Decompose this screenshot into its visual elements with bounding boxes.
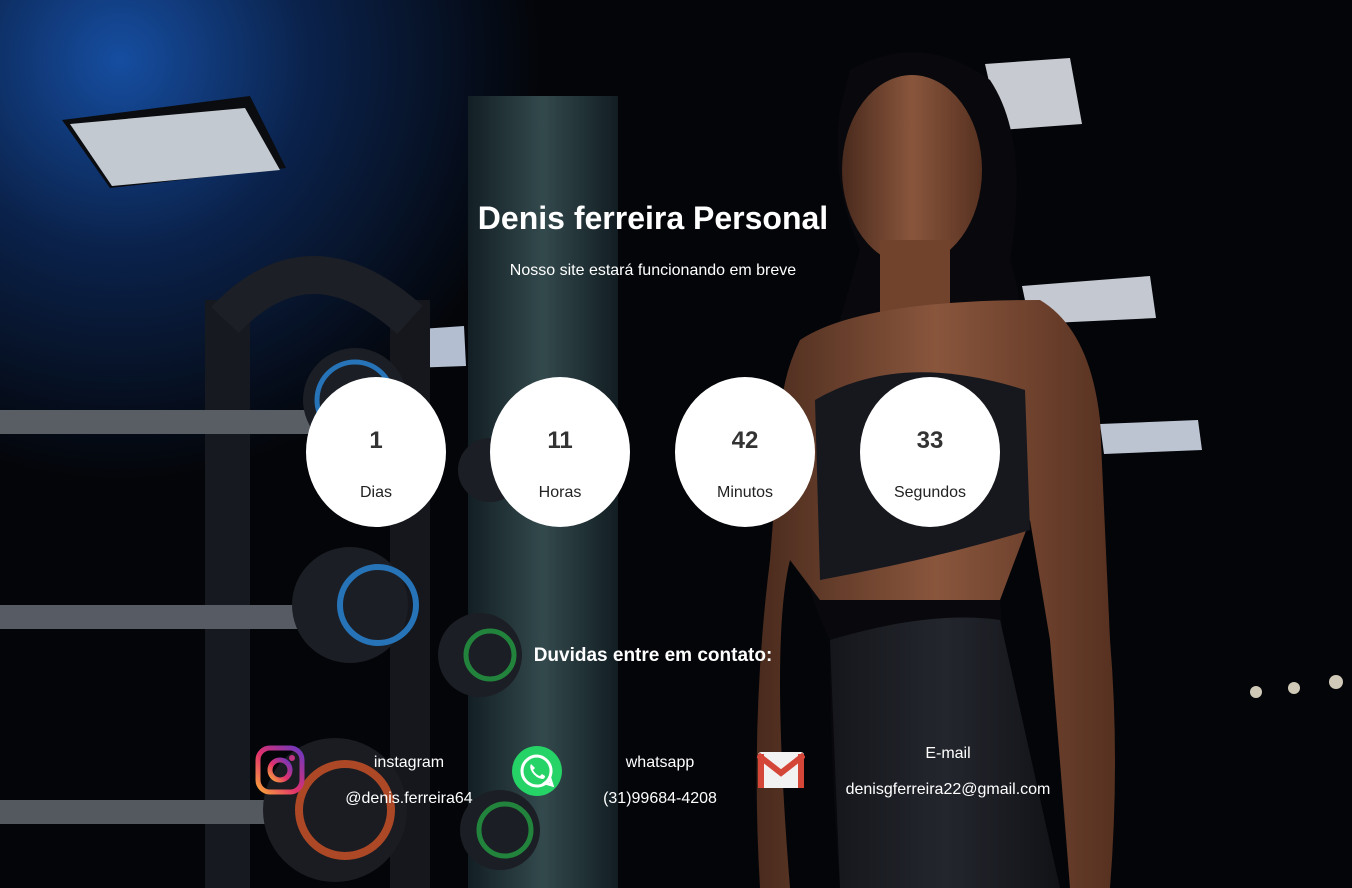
countdown-days-value: 1 (369, 427, 383, 454)
whatsapp-number[interactable]: (31)99684-4208 (594, 790, 726, 808)
countdown-hours: 11 Horas (490, 377, 630, 527)
countdown-days: 1 Dias (306, 377, 446, 527)
contact-heading: Duvidas entre em contato: (533, 645, 773, 666)
whatsapp-link[interactable] (511, 745, 563, 797)
countdown-hours-label: Horas (538, 484, 582, 501)
email-link[interactable] (756, 750, 806, 790)
countdown-minutes: 42 Minutos (675, 377, 815, 527)
instagram-label: instagram (373, 754, 445, 771)
instagram-icon (255, 745, 305, 795)
whatsapp-label: whatsapp (625, 754, 695, 771)
whatsapp-icon (512, 746, 562, 796)
instagram-handle[interactable]: @denis.ferreira64 (338, 790, 480, 808)
countdown-seconds: 33 Segundos (860, 377, 1000, 527)
countdown-seconds-label: Segundos (893, 484, 967, 501)
instagram-link[interactable] (255, 745, 305, 795)
countdown-minutes-value: 42 (731, 427, 759, 454)
countdown-seconds-value: 33 (916, 427, 944, 454)
countdown-days-label: Dias (359, 484, 392, 501)
email-label: E-mail (925, 745, 971, 762)
page-subtitle: Nosso site estará funcionando em breve (509, 262, 797, 279)
countdown-hours-value: 11 (547, 427, 573, 454)
countdown-minutes-label: Minutos (716, 484, 774, 501)
page-title: Denis ferreira Personal (477, 200, 829, 236)
email-address[interactable]: denisgferreira22@gmail.com (838, 781, 1058, 799)
gmail-icon (756, 752, 806, 788)
